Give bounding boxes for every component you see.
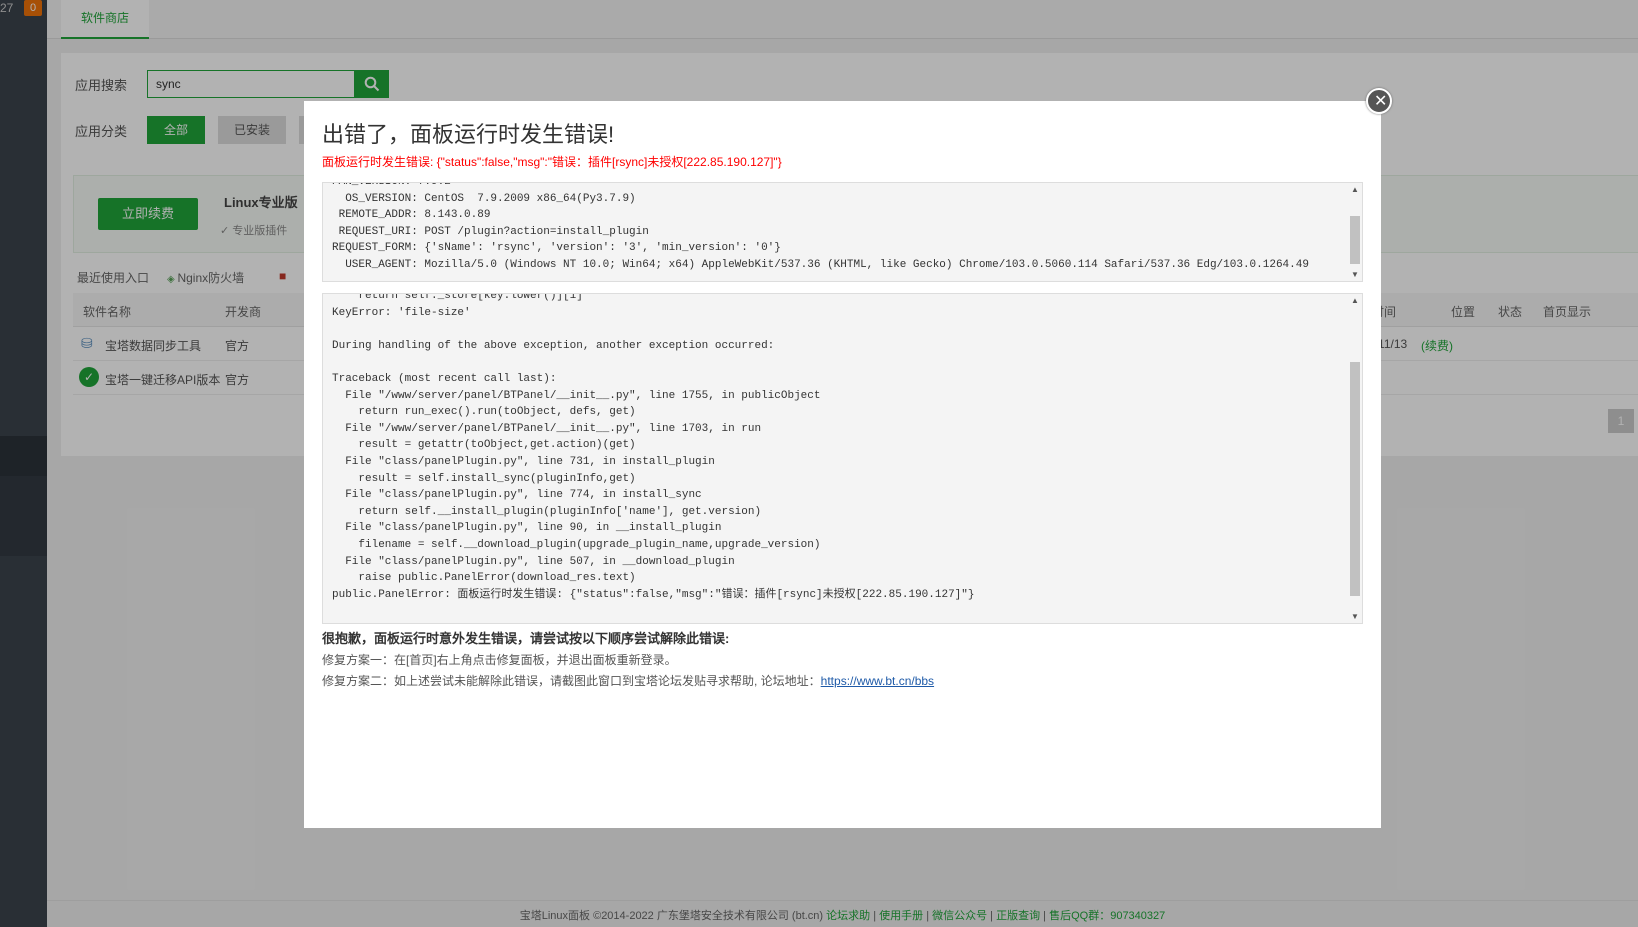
forum-link[interactable]: https://www.bt.cn/bbs [821, 674, 934, 688]
fix-option-two-text: 修复方案二：如上述尝试未能解除此错误，请截图此窗口到宝塔论坛发贴寻求帮助, 论坛… [322, 674, 821, 688]
error-dialog: 出错了，面板运行时发生错误! 面板运行时发生错误: {"status":fals… [304, 101, 1381, 828]
dialog-title: 出错了，面板运行时发生错误! [322, 122, 615, 147]
traceback-scrollbar[interactable]: ▲ ▼ [1348, 294, 1362, 623]
sorry-text: 很抱歉，面板运行时意外发生错误，请尝试按以下顺序尝试解除此错误: [322, 631, 730, 646]
scrollbar-thumb[interactable] [1350, 362, 1360, 596]
env-info-box[interactable]: PAN_VERSION: 7.9.2 OS_VERSION: CentOS 7.… [322, 182, 1363, 282]
close-dialog-button[interactable]: ✕ [1366, 88, 1392, 114]
traceback-box[interactable]: return self._store[key.lower()][1] KeyEr… [322, 293, 1363, 624]
scroll-down-icon[interactable]: ▼ [1351, 270, 1359, 279]
scroll-up-icon[interactable]: ▲ [1351, 185, 1359, 194]
error-message: 面板运行时发生错误: {"status":false,"msg":"错误：插件[… [322, 155, 782, 169]
scroll-down-icon[interactable]: ▼ [1351, 612, 1359, 621]
scrollbar-thumb[interactable] [1350, 216, 1360, 264]
env-info-scrollbar[interactable]: ▲ ▼ [1348, 183, 1362, 281]
fix-option-two: 修复方案二：如上述尝试未能解除此错误，请截图此窗口到宝塔论坛发贴寻求帮助, 论坛… [322, 672, 934, 689]
traceback-text: return self._store[key.lower()][1] KeyEr… [332, 293, 975, 601]
env-info-text: PAN_VERSION: 7.9.2 OS_VERSION: CentOS 7.… [332, 182, 1309, 271]
scroll-up-icon[interactable]: ▲ [1351, 296, 1359, 305]
close-icon: ✕ [1374, 93, 1388, 110]
fix-option-one: 修复方案一：在[首页]右上角点击修复面板，并退出面板重新登录。 [322, 653, 677, 667]
